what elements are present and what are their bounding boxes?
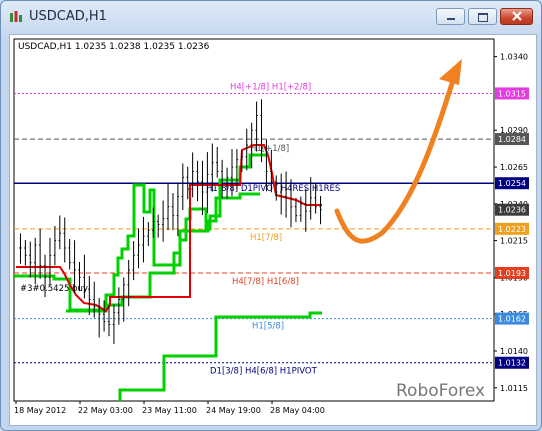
price-badge-label: 1.0162 [498,315,526,324]
chart-window: USDCAD,H1 USDCAD,H1 1.0235 1.0238 1.0235… [0,0,542,431]
price-badge-label: 1.0132 [498,359,526,368]
close-icon [512,11,522,21]
maximize-icon [478,13,488,22]
chart-app-icon [10,11,22,22]
maximize-button[interactable] [468,8,497,25]
y-tick-label: 1.0115 [500,384,528,393]
level-label: H1[7/8] [250,233,282,243]
close-button[interactable] [500,8,533,25]
x-tick-label: 22 May 03:00 [78,406,133,415]
y-tick-label: 1.0340 [500,53,528,62]
level-label: H4[7/8] H1[6/8] [232,277,299,287]
price-badge-label: 1.0315 [498,89,526,98]
x-tick-label: 23 May 11:00 [142,406,197,415]
window-title: USDCAD,H1 [29,9,107,24]
chart-info-label: USDCAD,H1 1.0235 1.0238 1.0235 1.0236 [18,42,210,52]
murrey-step-line-bottom [118,311,322,401]
y-tick-label: 1.0265 [500,163,528,172]
y-tick-label: 1.0140 [500,347,528,356]
x-tick-label: 18 May 2012 [14,406,66,415]
price-chart[interactable]: USDCAD,H1 1.0235 1.0238 1.0235 1.0236 1.… [9,34,537,426]
minimize-icon [447,18,455,20]
forecast-arrow [334,74,457,244]
price-badge-label: 1.0236 [498,206,526,215]
price-badge-label: 1.0223 [498,225,526,234]
roboforex-watermark: RoboForex [396,381,485,401]
forecast-arrow-head [439,59,462,85]
x-tick-label: 24 May 19:00 [206,406,261,415]
level-label: D1[3/8] H4[6/8] H1PIVOT [210,367,318,377]
level-label: H4[+1/8] H1[+2/8] [230,82,311,92]
price-badge-label: 1.0254 [498,179,526,188]
price-badge-label: 1.0284 [498,135,526,144]
level-label: H1[5/8] [252,322,284,332]
position-label: #3#0.5425 buy [20,284,88,294]
x-tick-label: 28 May 04:00 [270,406,325,415]
title-bar[interactable]: USDCAD,H1 [1,1,541,33]
price-badge-label: 1.0193 [498,269,526,278]
minimize-button[interactable] [436,8,465,25]
y-tick-label: 1.0215 [500,237,528,246]
